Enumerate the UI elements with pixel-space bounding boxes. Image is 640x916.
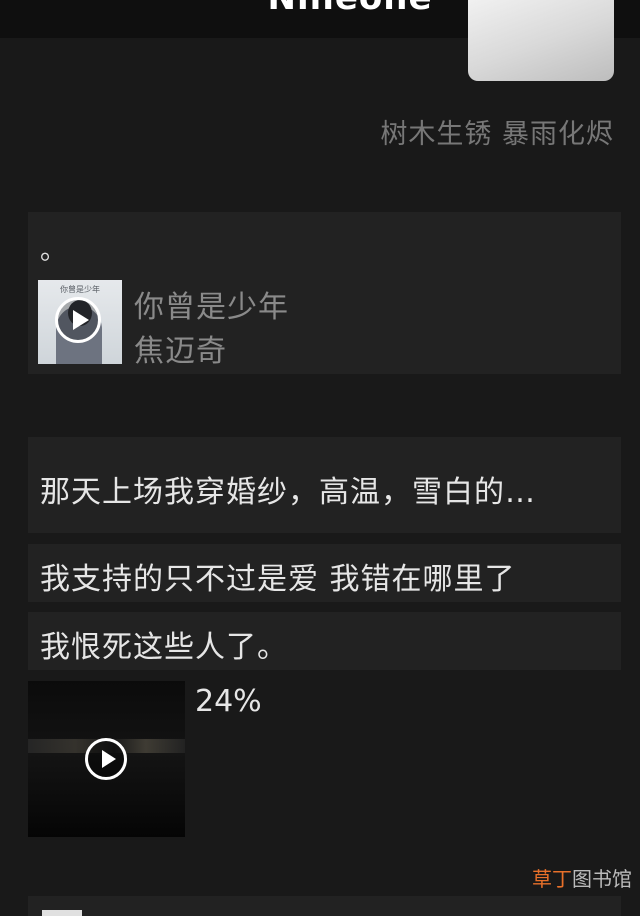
song-title: 你曾是少年 bbox=[134, 290, 289, 325]
post-text: 我恨死这些人了。 bbox=[40, 630, 288, 665]
text-post-2[interactable]: 我支持的只不过是爱 我错在哪里了 bbox=[28, 544, 621, 602]
play-icon[interactable] bbox=[55, 297, 101, 343]
next-post-thumbnail bbox=[42, 910, 82, 916]
next-post-card[interactable] bbox=[28, 896, 621, 916]
text-post-3[interactable]: 我恨死这些人了。 bbox=[28, 612, 621, 670]
music-post-card[interactable]: 。 你曾是少年 你曾是少年 焦迈奇 bbox=[28, 212, 621, 374]
watermark-part2: 图书馆 bbox=[572, 867, 632, 891]
text-post-1[interactable]: 那天上场我穿婚纱，高温，雪白的… bbox=[28, 437, 621, 533]
post-text: 我支持的只不过是爱 我错在哪里了 bbox=[40, 562, 516, 597]
album-cover[interactable]: 你曾是少年 bbox=[38, 280, 122, 364]
avatar[interactable] bbox=[468, 0, 614, 81]
play-icon[interactable] bbox=[85, 738, 127, 780]
music-share-row[interactable]: 你曾是少年 你曾是少年 焦迈奇 bbox=[38, 280, 608, 369]
upload-progress: 24% bbox=[195, 684, 262, 719]
song-artist: 焦迈奇 bbox=[134, 334, 227, 369]
cover-title: 你曾是少年 bbox=[60, 285, 100, 294]
profile-signature: 树木生锈 暴雨化烬 bbox=[380, 119, 614, 150]
watermark-part1: 草丁 bbox=[532, 867, 572, 891]
post-caption: 。 bbox=[40, 236, 67, 266]
watermark: 草丁图书馆 bbox=[532, 863, 632, 892]
post-text: 那天上场我穿婚纱，高温，雪白的… bbox=[40, 475, 536, 510]
video-thumbnail[interactable] bbox=[28, 681, 185, 837]
moments-page: Nineone 树木生锈 暴雨化烬 。 你曾是少年 你曾是少年 焦迈奇 那天上场… bbox=[0, 0, 640, 916]
